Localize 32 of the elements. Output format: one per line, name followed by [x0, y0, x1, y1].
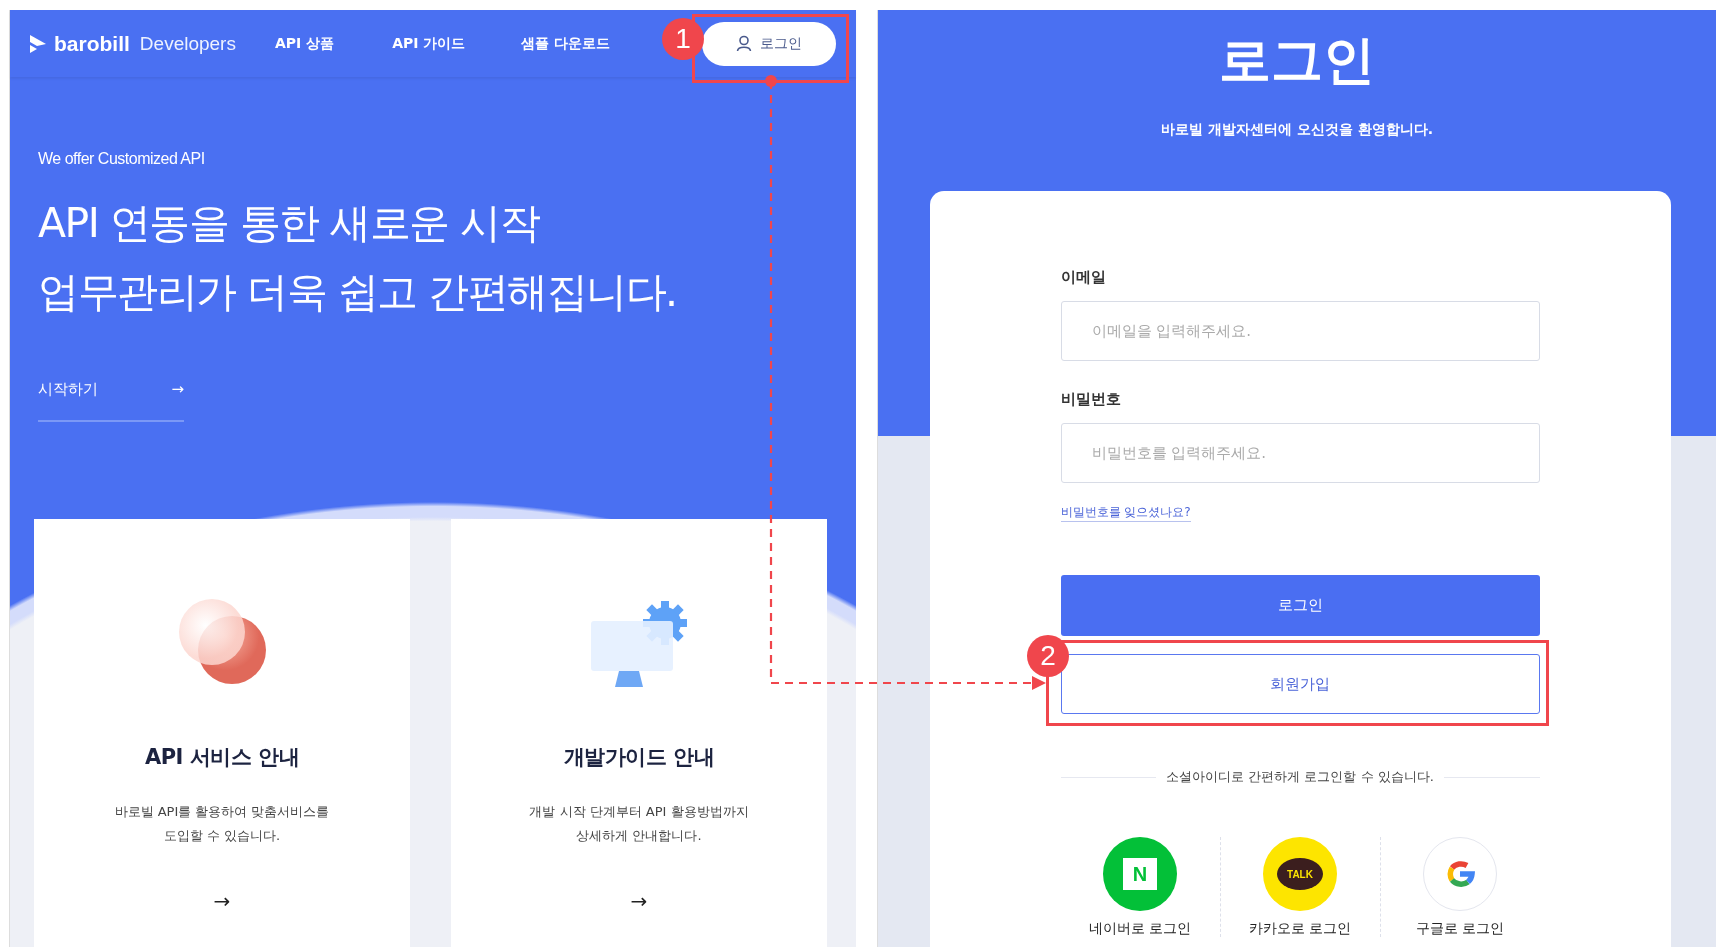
input-field[interactable]: 이메일을 입력해주세요. [1060, 301, 1540, 361]
arrow-link[interactable]: → [213, 889, 231, 913]
start-link[interactable]: 시작하기 → [38, 378, 184, 422]
field-label: 비밀번호 [1060, 389, 1122, 409]
forgot-password-link[interactable]: 비밀번호를 잊으셨나요? [1060, 503, 1191, 522]
logo-icon [28, 32, 48, 55]
social-login-option[interactable]: TALK 카카오로 로그인 [1219, 837, 1380, 937]
brand-subtitle: Developers [139, 32, 236, 55]
user-icon [736, 35, 752, 52]
welcome-text: 바로빌 개발자센터에 오신것을 환영합니다. [1161, 120, 1433, 139]
social-login-option[interactable]: N 네이버로 로그인 [1060, 837, 1220, 937]
login-button[interactable]: 로그인 [702, 21, 836, 66]
card-description: 개발 시작 단계부터 API 활용방법까지 상세하게 안내합니다. [529, 803, 749, 845]
naver-icon: N [1103, 837, 1177, 911]
page-title: 로그인 [1219, 29, 1375, 92]
hero-tagline: We offer Customized API [38, 150, 205, 168]
brand-name: barobill [54, 31, 130, 56]
signup-button[interactable]: 회원가입 [1060, 654, 1540, 714]
field-label: 이메일 [1060, 267, 1107, 287]
card-description: 바로빌 API를 활용하여 맞춤서비스를 도입할 수 있습니다. [114, 803, 330, 845]
speech-bubble-icon: TALK [1263, 837, 1337, 911]
social-login-caption: 소셜아이디로 간편하게 로그인할 수 있습니다. [1166, 768, 1434, 786]
card-title: API 서비스 안내 [144, 744, 300, 771]
input-field[interactable]: 비밀번호를 입력해주세요. [1060, 423, 1540, 483]
login-button[interactable]: 로그인 [1060, 575, 1540, 636]
nav-link[interactable]: API 상품 [274, 34, 335, 53]
hero-headline: API 연동을 통한 새로운 시작 업무관리가 더욱 쉽고 간편해집니다. [38, 198, 677, 318]
arrow-link[interactable]: → [630, 889, 648, 913]
social-login-option[interactable]: 구글로 로그인 [1379, 837, 1540, 937]
nav-link[interactable]: 샘플 다운로드 [521, 34, 611, 53]
nav-link[interactable]: API 가이드 [392, 34, 466, 53]
card-title: 개발가이드 안내 [563, 744, 715, 771]
